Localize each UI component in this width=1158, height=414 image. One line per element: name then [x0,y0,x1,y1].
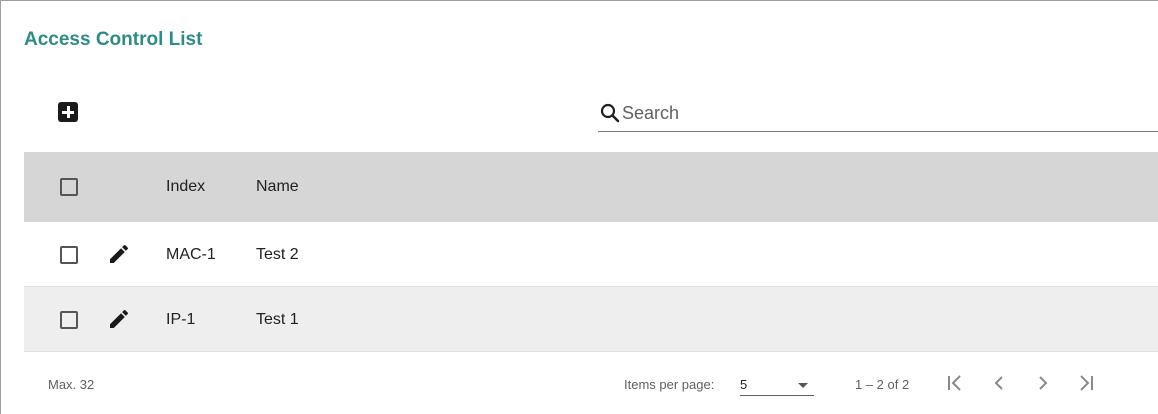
chevron-down-icon [798,383,808,388]
cell-index: MAC-1 [166,246,216,263]
row-checkbox[interactable] [60,311,78,329]
items-per-page-value: 5 [740,377,748,392]
page-range-label: 1 – 2 of 2 [855,377,910,392]
items-per-page-select[interactable]: 5 [740,373,814,396]
first-page-icon[interactable] [943,371,967,395]
column-header-index[interactable]: Index [166,178,205,196]
previous-page-icon[interactable] [987,371,1011,395]
pencil-icon[interactable] [107,242,131,266]
table-row[interactable]: IP-1 Test 1 [24,287,1158,352]
table-footer: Max. 32 Items per page: 5 1 – 2 of 2 [24,353,1158,413]
cell-name: Test 2 [256,246,299,263]
next-page-icon[interactable] [1031,371,1055,395]
search-input[interactable] [618,100,1142,126]
row-checkbox[interactable] [60,246,78,264]
column-header-name[interactable]: Name [256,178,299,196]
cell-index: IP-1 [166,311,196,328]
page-title: Access Control List [24,29,203,50]
table-row[interactable]: MAC-1 Test 2 [24,222,1158,287]
acl-table: Index Name MAC-1 Test 2 IP-1 Test 1 [24,152,1158,352]
select-all-checkbox[interactable] [60,178,78,196]
cell-name: Test 1 [256,311,299,328]
search-icon [600,103,620,123]
items-per-page-label: Items per page: [624,377,715,392]
add-icon[interactable] [58,102,78,122]
search-field[interactable] [598,98,1158,132]
pencil-icon[interactable] [107,307,131,331]
last-page-icon[interactable] [1074,371,1098,395]
table-header-row: Index Name [24,152,1158,222]
max-entries-label: Max. 32 [48,377,95,392]
